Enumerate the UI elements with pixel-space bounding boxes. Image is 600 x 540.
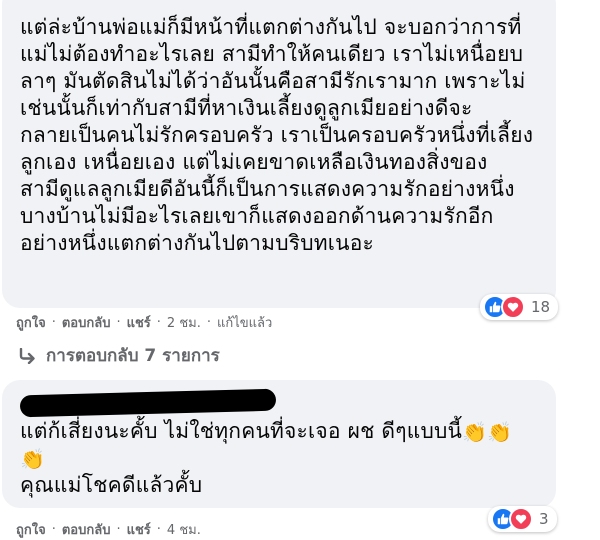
reply-button[interactable]: ตอบกลับ	[62, 519, 111, 540]
comment-line: กลายเป็นคนไม่รักครอบครัว เราเป็นครอบครัว…	[20, 123, 534, 147]
separator-dot: ·	[51, 315, 56, 330]
comment-line: ลาๆ มันตัดสินไม่ได้ว่าอันนั้นคือสามีรักเ…	[20, 69, 526, 93]
reaction-summary[interactable]: 3	[488, 506, 557, 532]
comment-text: แต่ล่ะบ้านพ่อแม่ก็มีหน้าที่แตกต่างกันไป …	[20, 14, 540, 257]
comment-line: อย่างหนึ่งแตกต่างกันไปตามบริบทเนอะ	[20, 231, 375, 255]
separator-dot: ·	[116, 315, 121, 330]
separator-dot: ·	[116, 522, 121, 537]
comment-text: แต่ก้เสี่ยงนะคั้บ ไม่ใช่ทุกคนที่จะเจอ ผช…	[20, 418, 540, 499]
separator-dot: ·	[156, 315, 161, 330]
view-replies-toggle[interactable]: การตอบกลับ 7 รายการ	[18, 342, 220, 369]
love-reaction-icon	[501, 295, 525, 319]
separator-dot: ·	[156, 522, 161, 537]
clapping-hands-icon: 👏	[20, 447, 46, 471]
comment-line: แต่ก้เสี่ยงนะคั้บ ไม่ใช่ทุกคนที่จะเจอ ผช…	[20, 418, 540, 445]
comment-bubble: แต่ล่ะบ้านพ่อแม่ก็มีหน้าที่แตกต่างกันไป …	[2, 0, 556, 308]
comment-line: แม่ไม่ต้องทำอะไรเลย สามีทำให้คนเดียว เรา…	[20, 42, 524, 66]
comment-line: บางบ้านไม่มีอะไรเลยเขาก็แสดงออกด้านความร…	[20, 204, 494, 228]
reaction-summary[interactable]: 18	[480, 294, 559, 320]
share-button[interactable]: แชร์	[127, 312, 151, 333]
separator-dot: ·	[206, 315, 211, 330]
clapping-hands-icon: 👏	[462, 420, 488, 444]
reaction-count: 18	[531, 298, 551, 316]
share-button[interactable]: แชร์	[127, 519, 151, 540]
comment-line: แต่ล่ะบ้านพ่อแม่ก็มีหน้าที่แตกต่างกันไป …	[20, 15, 522, 39]
comment-line: 👏	[20, 445, 540, 472]
comment-actions: ถูกใจ · ตอบกลับ · แชร์ · 4 ชม.	[16, 519, 201, 540]
edited-label: แก้ไขแล้ว	[217, 316, 273, 331]
comment-line: คุณแม่โชคดีแล้วคั้บ	[20, 473, 203, 497]
separator-dot: ·	[51, 522, 56, 537]
like-button[interactable]: ถูกใจ	[16, 519, 46, 540]
love-reaction-icon	[509, 507, 533, 531]
view-replies-label: การตอบกลับ 7 รายการ	[46, 346, 220, 366]
like-button[interactable]: ถูกใจ	[16, 312, 46, 333]
comment-actions: ถูกใจ · ตอบกลับ · แชร์ · 2 ชม. · แก้ไขแล…	[16, 312, 272, 333]
timestamp[interactable]: 2 ชม.	[167, 312, 201, 333]
comment-line: ลูกเอง เหนื่อยเอง แต่ไม่เคยขาดเหลือเงินท…	[20, 150, 488, 174]
reply-arrow-icon	[19, 347, 35, 364]
comment-line: สามีดูแลลูกเมียดีอันนี้ก็เป็นการแสดงความ…	[20, 177, 515, 201]
reaction-count: 3	[539, 510, 549, 528]
timestamp[interactable]: 4 ชม.	[167, 519, 201, 540]
reply-button[interactable]: ตอบกลับ	[62, 312, 111, 333]
comment-line: เช่นนั้นก็เท่ากับสามีที่หาเงินเลี้ยงดูลู…	[20, 96, 473, 120]
comment-line-text: แต่ก้เสี่ยงนะคั้บ ไม่ใช่ทุกคนที่จะเจอ ผช…	[20, 419, 463, 443]
clapping-hands-icon: 👏	[487, 420, 513, 444]
